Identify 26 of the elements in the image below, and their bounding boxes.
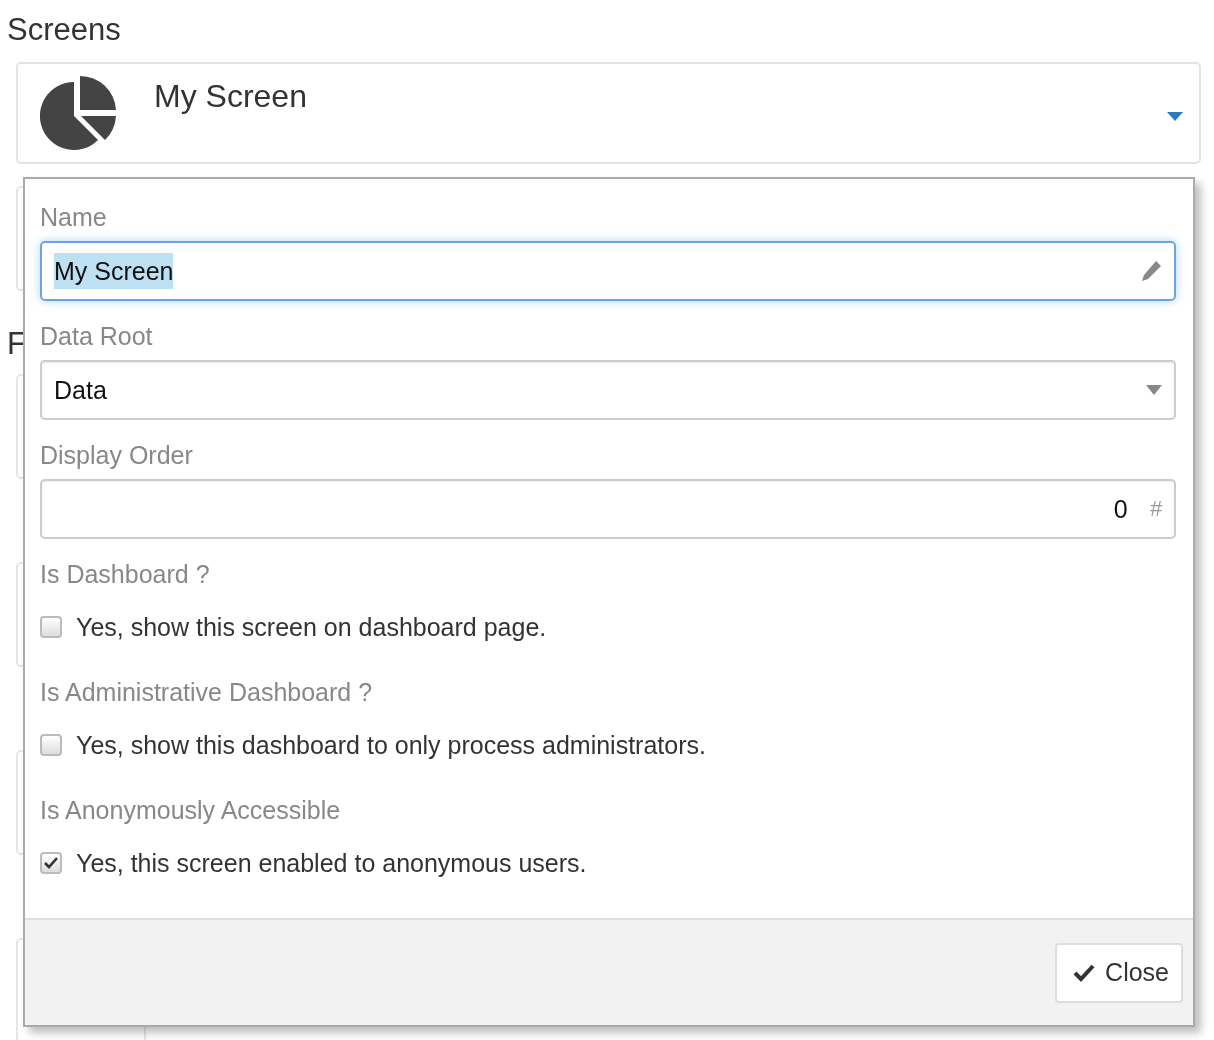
pie-chart-icon xyxy=(40,76,116,150)
field-label: Name xyxy=(40,202,108,232)
checkbox-label: Yes, show this screen on dashboard page. xyxy=(76,612,547,642)
input-field[interactable]: My Screen xyxy=(40,241,1176,301)
number-suffix: # xyxy=(1149,496,1162,522)
page-title: Screens xyxy=(7,11,122,49)
screen-card[interactable]: My Screen xyxy=(16,62,1201,164)
close-button[interactable]: Close xyxy=(1055,942,1183,1003)
field-label: Data Root xyxy=(40,321,154,351)
check-icon xyxy=(1073,963,1096,982)
checkbox[interactable] xyxy=(40,852,62,874)
field-label: Display Order xyxy=(40,440,194,470)
option-label: Is Anonymously Accessible xyxy=(40,795,342,825)
checkbox-label: Yes, show this dashboard to only process administrators. xyxy=(76,730,706,760)
option-label: Is Administrative Dashboard ? xyxy=(40,677,374,707)
caret-icon xyxy=(1146,385,1162,395)
check-icon xyxy=(44,857,58,869)
number-field[interactable]: 0 # xyxy=(40,479,1176,539)
select-field[interactable]: Data xyxy=(40,360,1176,420)
checkbox[interactable] xyxy=(40,734,62,756)
caret-icon[interactable] xyxy=(1167,112,1183,121)
checkbox-label: Yes, this screen enabled to anonymous users. xyxy=(76,848,587,878)
screen-title: My Screen xyxy=(154,77,307,115)
checkbox[interactable] xyxy=(40,616,62,638)
option-label: Is Dashboard ? xyxy=(40,559,211,589)
pencil-icon xyxy=(1140,260,1162,282)
